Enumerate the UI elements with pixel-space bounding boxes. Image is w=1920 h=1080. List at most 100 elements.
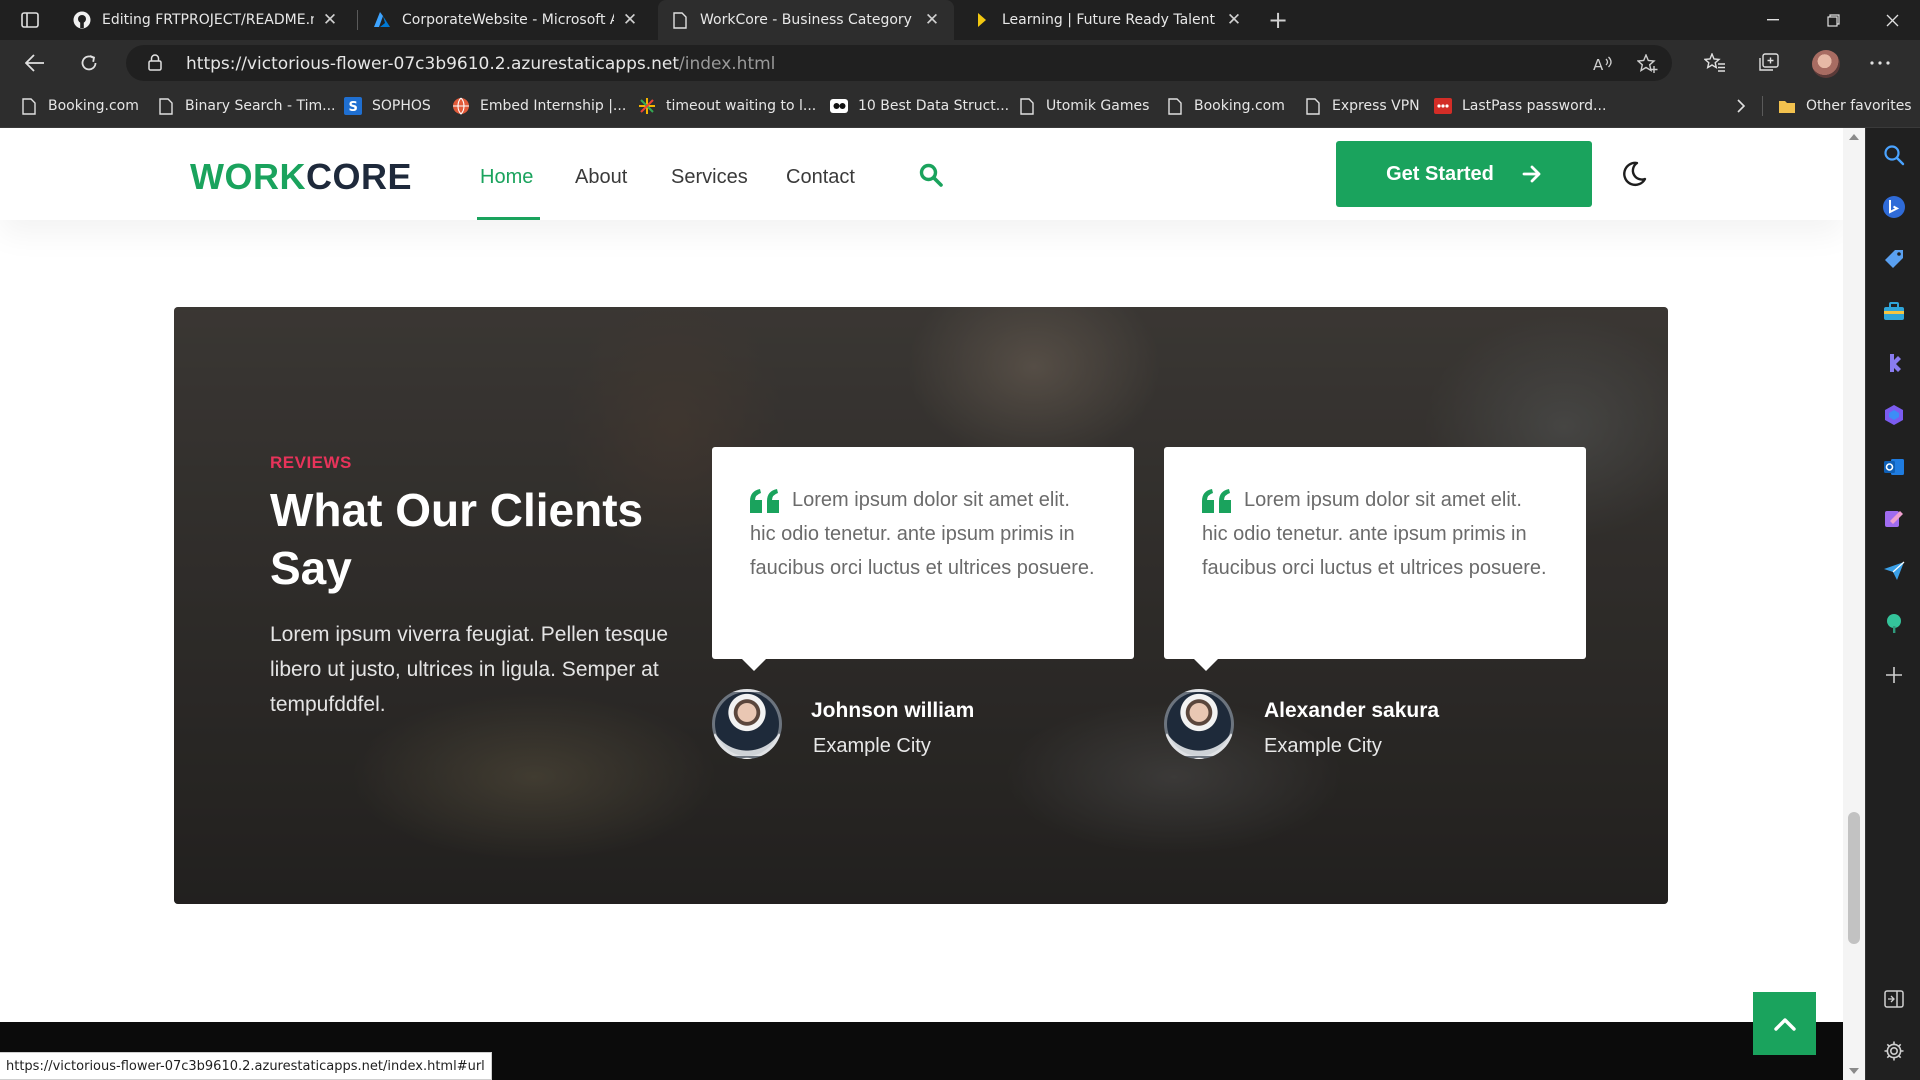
other-favorites[interactable]: Other favorites: [1778, 86, 1912, 126]
collections-icon: [1759, 53, 1779, 71]
bookmark-binary-search[interactable]: Binary Search - Tim...: [157, 86, 336, 126]
sidebar-shopping-button[interactable]: [1879, 244, 1909, 274]
bookmark-sophos[interactable]: S SOPHOS: [344, 86, 431, 126]
bookmark-booking[interactable]: Booking.com: [20, 86, 139, 126]
github-icon: [72, 10, 92, 30]
tab-title: Learning | Future Ready Talent: [1002, 12, 1216, 28]
refresh-button[interactable]: [72, 46, 106, 80]
new-tab-button[interactable]: +: [1264, 6, 1292, 34]
bookmark-expressvpn[interactable]: Express VPN: [1304, 86, 1420, 126]
chevron-right-icon: [1737, 99, 1746, 113]
tab-azure[interactable]: CorporateWebsite - Microsoft Azure ✕: [360, 0, 652, 40]
read-aloud-icon[interactable]: A: [1592, 52, 1616, 76]
close-tab-icon[interactable]: ✕: [320, 10, 340, 30]
outlook-icon: [1884, 459, 1904, 475]
scrollbar-thumb[interactable]: [1848, 812, 1860, 944]
bookmark-timeout[interactable]: timeout waiting to l...: [638, 86, 816, 126]
sidebar-hide-button[interactable]: [1879, 984, 1909, 1014]
tab-actions-icon: [21, 12, 39, 28]
bing-icon: [1883, 196, 1905, 218]
bookmarks-overflow-button[interactable]: [1736, 86, 1746, 126]
panel-icon: [1884, 990, 1904, 1008]
avatar: [1164, 689, 1234, 759]
favorites-icon: [1704, 53, 1725, 72]
reviews-title: What Our Clients Say: [270, 484, 644, 594]
bookmark-label: timeout waiting to l...: [666, 98, 817, 114]
collections-button[interactable]: [1754, 48, 1784, 78]
close-tab-icon[interactable]: ✕: [620, 10, 640, 30]
minimize-button[interactable]: [1745, 0, 1801, 40]
scroll-up-arrow[interactable]: [1849, 134, 1859, 140]
tab-separator: [357, 10, 358, 30]
site-search-button[interactable]: [918, 162, 944, 192]
profile-avatar[interactable]: [1812, 50, 1840, 78]
add-favorite-icon[interactable]: [1636, 52, 1660, 76]
tab-actions-button[interactable]: [12, 6, 48, 34]
send-icon: [1884, 561, 1905, 580]
bookmark-data-structures[interactable]: 10 Best Data Struct...: [830, 86, 1009, 126]
page-icon: [20, 97, 38, 115]
sidebar-add-button[interactable]: [1879, 660, 1909, 690]
media-icon: [830, 97, 848, 115]
sidebar-drop-button[interactable]: [1879, 556, 1909, 586]
page-icon: [1018, 97, 1036, 115]
scroll-to-top-button[interactable]: [1753, 992, 1816, 1055]
scroll-down-arrow[interactable]: [1849, 1068, 1859, 1074]
nav-active-indicator: [477, 217, 540, 220]
bookmark-lastpass[interactable]: LastPass password...: [1434, 86, 1606, 126]
gear-icon: [1884, 1041, 1904, 1061]
page-icon: [670, 10, 690, 30]
sidebar-games-button[interactable]: [1879, 348, 1909, 378]
games-icon: [1890, 354, 1901, 372]
more-icon: [1870, 61, 1890, 65]
address-bar[interactable]: https://victorious-flower-07c3b9610.2.az…: [126, 45, 1672, 81]
sidebar-tree-button[interactable]: [1879, 608, 1909, 638]
back-button[interactable]: [18, 46, 52, 80]
settings-more-button[interactable]: [1865, 48, 1895, 78]
testimonial-quote: Lorem ipsum dolor sit amet elit. hic odi…: [750, 489, 1095, 579]
bookmark-utomik[interactable]: Utomik Games: [1018, 86, 1149, 126]
bookmark-label: SOPHOS: [372, 98, 431, 114]
url-path: /index.html: [679, 54, 776, 74]
bookmark-embed-internship[interactable]: Embed Internship |...: [452, 86, 626, 126]
tab-title: WorkCore - Business Category Bootstrap: [700, 12, 916, 28]
close-tab-icon[interactable]: ✕: [922, 10, 942, 30]
nav-services[interactable]: Services: [671, 166, 748, 189]
bookmark-booking-2[interactable]: Booking.com: [1166, 86, 1285, 126]
nav-contact[interactable]: Contact: [786, 166, 855, 189]
favorites-button[interactable]: [1700, 48, 1730, 78]
reviews-section: REVIEWS What Our Clients Say Lorem ipsum…: [174, 307, 1668, 904]
plus-icon: +: [1267, 6, 1289, 34]
page-icon: [1304, 97, 1322, 115]
close-window-button[interactable]: [1864, 0, 1920, 40]
page-scrollbar[interactable]: [1843, 128, 1865, 1080]
sidebar-designer-button[interactable]: [1879, 504, 1909, 534]
sidebar-outlook-button[interactable]: [1879, 452, 1909, 482]
tab-title: Editing FRTPROJECT/README.md: [102, 12, 314, 28]
azure-icon: [372, 10, 392, 30]
edge-sidebar: [1865, 128, 1920, 1080]
office-icon: [1885, 405, 1903, 425]
site-logo[interactable]: WORKCORE: [190, 156, 412, 198]
get-started-button[interactable]: Get Started: [1336, 141, 1592, 207]
nav-home[interactable]: Home: [480, 166, 533, 189]
tab-github[interactable]: Editing FRTPROJECT/README.md ✕: [60, 0, 352, 40]
testimonial-author-city: Example City: [813, 735, 931, 757]
sidebar-office-button[interactable]: [1879, 400, 1909, 430]
nav-about[interactable]: About: [575, 166, 627, 189]
tab-learning[interactable]: Learning | Future Ready Talent ✕: [960, 0, 1256, 40]
other-favorites-label: Other favorites: [1806, 98, 1912, 114]
sidebar-settings-button[interactable]: [1879, 1036, 1909, 1066]
sidebar-search-button[interactable]: [1879, 140, 1909, 170]
close-tab-icon[interactable]: ✕: [1224, 10, 1244, 30]
page-viewport: WORKCORE Home About Services Contact Get…: [0, 128, 1843, 1080]
sidebar-tools-button[interactable]: [1879, 296, 1909, 326]
designer-icon: [1885, 511, 1903, 527]
restore-button[interactable]: [1805, 0, 1861, 40]
tab-workcore[interactable]: WorkCore - Business Category Bootstrap ✕: [658, 0, 954, 40]
url-host: https://victorious-flower-07c3b9610.2.az…: [186, 54, 680, 74]
reviews-eyebrow: REVIEWS: [270, 453, 352, 472]
sidebar-bing-button[interactable]: [1879, 192, 1909, 222]
tab-strip: Editing FRTPROJECT/README.md ✕ Corporate…: [0, 0, 1920, 40]
theme-toggle-button[interactable]: [1620, 160, 1648, 192]
